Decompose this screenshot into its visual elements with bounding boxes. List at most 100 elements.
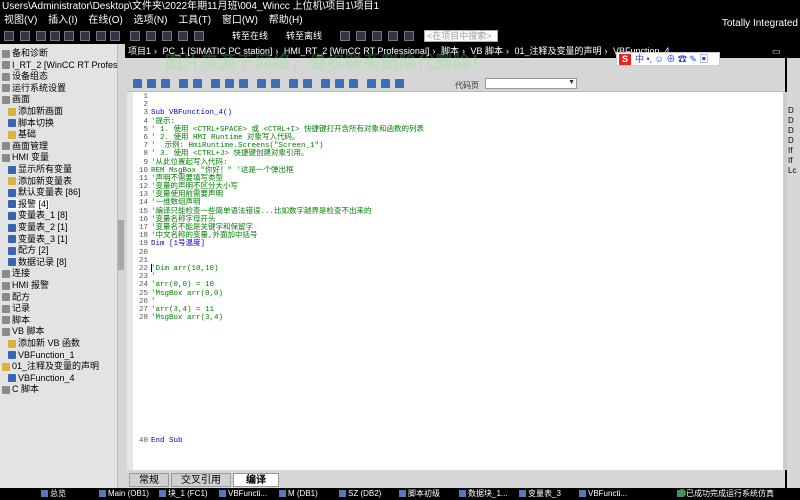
code-line[interactable]: [151, 257, 424, 265]
task-card-item[interactable]: D: [788, 136, 794, 145]
copy-icon[interactable]: [50, 31, 60, 41]
undo-icon[interactable]: [96, 31, 106, 41]
tree-item[interactable]: 备和诊断: [2, 48, 48, 59]
go-online-button[interactable]: 转至在线: [232, 30, 268, 42]
save-icon[interactable]: [4, 31, 14, 41]
task-card-item[interactable]: D: [788, 126, 794, 135]
code-line[interactable]: '变量名不能是关键字和保留字: [151, 224, 424, 232]
tree-item[interactable]: 配方: [2, 292, 30, 303]
tree-item[interactable]: 添加新画面: [8, 106, 63, 117]
tree-item[interactable]: 画面: [2, 94, 30, 105]
tree-item[interactable]: C 脚本: [2, 384, 39, 395]
taskbar-item[interactable]: M (DB1): [278, 489, 336, 499]
tree-item[interactable]: 设备组态: [2, 71, 48, 82]
replace-icon[interactable]: [271, 79, 280, 88]
code-line[interactable]: REM MsgBox "你好！" '这是一个弹出框: [151, 167, 424, 175]
tree-item[interactable]: 连接: [2, 268, 30, 279]
task-card-item[interactable]: Lc: [788, 166, 796, 175]
compile-icon[interactable]: [130, 31, 140, 41]
code-line[interactable]: ': [151, 298, 424, 306]
breakpoint-icon[interactable]: [367, 79, 376, 88]
tab-compile[interactable]: 编译: [233, 473, 279, 487]
breadcrumb-item[interactable]: 01_注释及变量的声明: [511, 46, 604, 56]
code-line[interactable]: Dim [1号温度]: [151, 240, 424, 248]
taskbar-item[interactable]: SZ (DB2): [338, 489, 396, 499]
menu-insert[interactable]: 插入(I): [44, 14, 81, 28]
project-search-input[interactable]: <在项目中搜索>: [424, 30, 498, 42]
uncomment-icon[interactable]: [193, 79, 202, 88]
stop-cpu-icon[interactable]: [372, 31, 382, 41]
tree-item[interactable]: 画面管理: [2, 141, 48, 152]
code-line[interactable]: '一维数组声明: [151, 199, 424, 207]
tab-cross-reference[interactable]: 交叉引用: [171, 473, 231, 487]
cut-icon[interactable]: [36, 31, 46, 41]
object-list-icon[interactable]: [335, 79, 344, 88]
task-card-item[interactable]: If: [788, 146, 792, 155]
zoom-icon[interactable]: [289, 79, 298, 88]
tree-item[interactable]: HMI 报警: [2, 280, 49, 291]
code-line[interactable]: '变量名称字母开头: [151, 216, 424, 224]
tab-general[interactable]: 常规: [129, 473, 169, 487]
tree-item[interactable]: 运行系统设置: [2, 83, 66, 94]
start-cpu-icon[interactable]: [356, 31, 366, 41]
menu-help[interactable]: 帮助(H): [265, 14, 307, 28]
taskbar-item[interactable]: 块_1 (FC1): [158, 489, 216, 499]
settings-icon[interactable]: [381, 79, 390, 88]
input-method-tools[interactable]: 中 •, ☺ ⊕ ☎ ✎ ▣: [635, 53, 719, 65]
outdent-icon[interactable]: [161, 79, 170, 88]
tree-item[interactable]: I_RT_2 [WinCC RT Professio...: [2, 60, 125, 71]
menu-options[interactable]: 选项(N): [130, 14, 172, 28]
paste-icon[interactable]: [64, 31, 74, 41]
monitor-icon[interactable]: [194, 31, 204, 41]
end-sub-line[interactable]: End Sub: [151, 437, 183, 445]
tree-item[interactable]: 报警 [4]: [8, 198, 49, 210]
menu-view[interactable]: 视图(V): [0, 14, 41, 28]
print-icon[interactable]: [20, 31, 30, 41]
taskbar-item[interactable]: 数据块_1...: [458, 489, 516, 499]
code-line[interactable]: '提示:: [151, 118, 424, 126]
code-line[interactable]: [151, 101, 424, 109]
code-line[interactable]: 'Dim arr(10,10): [151, 265, 424, 273]
tree-item[interactable]: 记录: [2, 303, 30, 314]
taskbar-item[interactable]: VBFuncti...: [578, 489, 636, 499]
indent-icon[interactable]: [147, 79, 156, 88]
prev-bookmark-icon[interactable]: [239, 79, 248, 88]
tree-item[interactable]: 默认变量表 [86]: [8, 187, 81, 198]
code-line[interactable]: Sub VBFunction_4(): [151, 109, 424, 117]
tree-item[interactable]: 数据记录 [8]: [8, 257, 67, 268]
tree-item[interactable]: 显示所有变量: [8, 164, 72, 175]
code-line[interactable]: [151, 93, 424, 101]
taskbar-item[interactable]: Main (OB1): [98, 489, 156, 499]
tree-item[interactable]: 变量表_1 [8]: [8, 210, 68, 221]
taskbar-item[interactable]: VBFuncti...: [218, 489, 276, 499]
taskbar-item[interactable]: 脚本初级: [398, 489, 456, 499]
accessible-devices-icon[interactable]: [340, 31, 350, 41]
menu-online[interactable]: 在线(O): [84, 14, 126, 28]
download-icon[interactable]: [146, 31, 156, 41]
split-editor-icon[interactable]: [404, 31, 414, 41]
code-line[interactable]: 'MsgBox arr(0,0): [151, 290, 424, 298]
insert-snippet-icon[interactable]: [321, 79, 330, 88]
code-line[interactable]: '编译只能检查一些简单语法错误...比如数字越界是检查不出来的: [151, 208, 424, 216]
tree-item[interactable]: 添加新 VB 函数: [8, 338, 80, 349]
cross-reference-icon[interactable]: [388, 31, 398, 41]
code-line[interactable]: ' 1. 使用 <CTRL+SPACE> 或 <CTRL+I> 快捷键打开含所有…: [151, 126, 424, 134]
codepage-select[interactable]: ▼: [485, 78, 577, 89]
tree-item[interactable]: 添加新变量表: [8, 176, 72, 187]
simulate-icon[interactable]: [178, 31, 188, 41]
code-line[interactable]: ': [151, 273, 424, 281]
syntax-check-icon[interactable]: [133, 79, 142, 88]
tree-item[interactable]: 脚本切换: [8, 118, 54, 129]
help-icon[interactable]: [395, 79, 404, 88]
code-line[interactable]: 'arr(0,0) = 10: [151, 281, 424, 289]
goto-line-icon[interactable]: [303, 79, 312, 88]
task-card-item[interactable]: D: [788, 106, 794, 115]
tree-item[interactable]: 脚本: [2, 315, 30, 326]
code-line[interactable]: [151, 249, 424, 257]
taskbar-item[interactable]: 变量表_3: [518, 489, 576, 499]
task-card-item[interactable]: D: [788, 116, 794, 125]
editor-minimize-icon[interactable]: ▭: [772, 46, 782, 56]
go-offline-button[interactable]: 转至离线: [286, 30, 322, 42]
redo-icon[interactable]: [110, 31, 120, 41]
tree-item[interactable]: VB 脚本: [2, 326, 45, 337]
